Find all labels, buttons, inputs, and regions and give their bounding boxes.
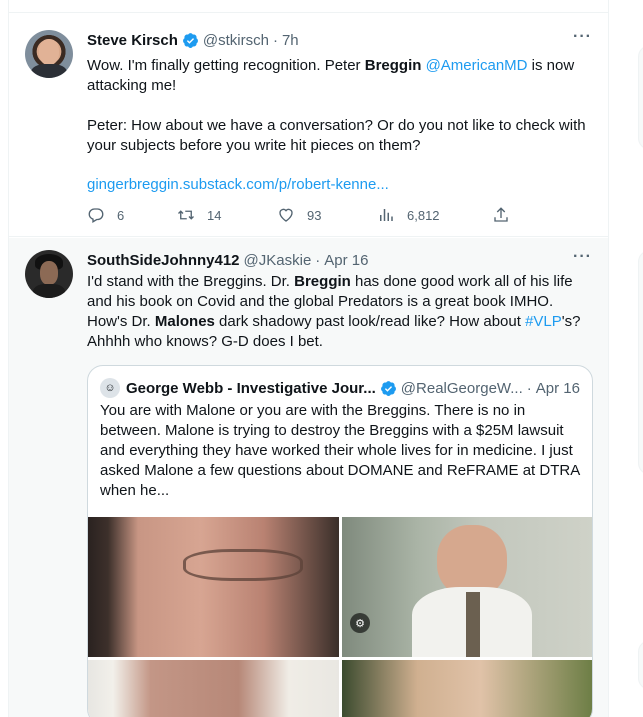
timeline-column: Steve Kirsch @stkirsch · 7h ··· Wow. I'm… <box>8 0 609 717</box>
sidebar-card[interactable] <box>638 45 643 150</box>
tweet-text: I'd stand with the Breggins. Dr. Breggin… <box>87 272 592 352</box>
tweet-time[interactable]: 7h <box>282 32 299 49</box>
hashtag-link[interactable]: #VLP <box>525 313 562 330</box>
tweet-southsidejohnny[interactable]: SouthSideJohnny412 @JKaskie · Apr 16 ···… <box>9 238 608 717</box>
views-button[interactable]: 6,812 <box>377 206 440 224</box>
avatar[interactable] <box>25 250 73 298</box>
quoted-tweet-header: ☺ George Webb - Investigative Jour... @R… <box>100 378 580 398</box>
heart-icon <box>279 208 293 222</box>
quoted-tweet-text: You are with Malone or you are with the … <box>100 402 580 499</box>
text-segment: dark shadowy past look/read like? How ab… <box>214 313 526 330</box>
avatar[interactable] <box>25 30 73 78</box>
quoted-author-name: George Webb - Investigative Jour... <box>126 379 376 397</box>
more-options-icon[interactable]: ··· <box>573 248 592 266</box>
sidebar-card[interactable] <box>638 250 643 475</box>
separator-dot: · <box>315 252 321 269</box>
previous-tweet-edge <box>9 0 608 13</box>
tweet-actions: 6 14 93 6,812 <box>87 206 592 226</box>
quoted-media-grid: ⚙ <box>88 517 592 717</box>
verified-badge-icon <box>380 380 396 396</box>
author-handle[interactable]: @JKaskie <box>244 252 312 269</box>
quoted-tweet-time: Apr 16 <box>535 379 580 397</box>
tweet-paragraph: Peter: How about we have a conversation?… <box>87 117 586 154</box>
highlighted-word: Breggin <box>364 57 422 74</box>
analytics-icon <box>380 209 393 221</box>
reply-icon <box>88 208 104 223</box>
gif-settings-icon[interactable]: ⚙ <box>350 613 370 633</box>
separator-dot: · <box>526 379 532 397</box>
tweet-time[interactable]: Apr 16 <box>324 252 368 269</box>
quoted-tweet[interactable]: ☺ George Webb - Investigative Jour... @R… <box>87 365 593 717</box>
view-count: 6,812 <box>407 207 440 223</box>
highlighted-word: Breggin <box>294 273 351 290</box>
highlighted-word: Malones <box>154 313 215 330</box>
retweet-count: 14 <box>207 207 222 223</box>
tweet-text: Wow. I'm finally getting recognition. Pe… <box>87 56 592 156</box>
share-button[interactable] <box>492 206 522 224</box>
right-sidebar <box>625 0 643 717</box>
media-image[interactable] <box>88 517 339 657</box>
reply-count: 6 <box>117 207 125 223</box>
verified-badge-icon <box>182 33 198 48</box>
author-name[interactable]: Steve Kirsch <box>87 32 178 49</box>
tweet-steve-kirsch[interactable]: Steve Kirsch @stkirsch · 7h ··· Wow. I'm… <box>9 14 608 237</box>
text-segment: Wow. I'm finally getting recognition. Pe… <box>87 57 365 74</box>
separator-dot: · <box>272 32 278 49</box>
mention-link[interactable]: @AmericanMD <box>426 57 528 74</box>
like-count: 93 <box>307 207 322 223</box>
like-button[interactable]: 93 <box>277 206 321 224</box>
text-segment: I'd stand with the Breggins. Dr. <box>87 273 295 290</box>
media-image[interactable] <box>88 660 339 717</box>
media-image[interactable]: ⚙ <box>342 517 592 657</box>
tweet-header: Steve Kirsch @stkirsch · 7h ··· <box>87 28 592 49</box>
author-name[interactable]: SouthSideJohnny412 <box>87 252 240 269</box>
author-handle[interactable]: @stkirsch <box>203 32 269 49</box>
tweet-url-link[interactable]: gingerbreggin.substack.com/p/robert-kenn… <box>87 176 389 193</box>
share-icon <box>494 207 508 222</box>
quoted-author-handle: @RealGeorgeW... <box>400 379 523 397</box>
retweet-icon <box>178 210 194 220</box>
quoted-avatar: ☺ <box>100 378 120 398</box>
media-image[interactable] <box>342 660 592 717</box>
tweet-header: SouthSideJohnny412 @JKaskie · Apr 16 ··· <box>87 248 592 269</box>
more-options-icon[interactable]: ··· <box>573 28 592 46</box>
retweet-button[interactable]: 14 <box>177 206 221 224</box>
sidebar-card[interactable] <box>638 640 643 690</box>
reply-button[interactable]: 6 <box>87 206 124 224</box>
